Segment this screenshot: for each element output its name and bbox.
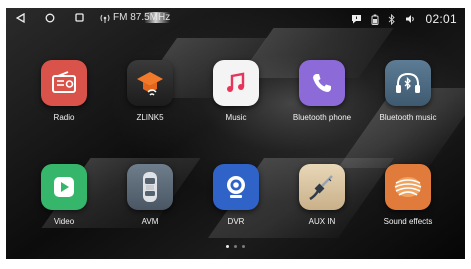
app-label: DVR bbox=[227, 217, 245, 226]
app-label: AVM bbox=[141, 217, 159, 226]
radio-icon bbox=[41, 60, 87, 106]
page-dot[interactable] bbox=[226, 245, 229, 248]
app-label: Video bbox=[53, 217, 75, 226]
camera-icon bbox=[213, 164, 259, 210]
battery-icon bbox=[371, 14, 379, 25]
radio-signal-icon bbox=[100, 13, 110, 23]
bluetooth-headphones-icon bbox=[385, 60, 431, 106]
message-icon bbox=[351, 14, 362, 24]
app-bluetooth-phone[interactable]: Bluetooth phone bbox=[279, 60, 365, 122]
launcher-screen: FM 87.5MHz 02:01 Radio ZLINK5 Music Blue… bbox=[6, 8, 465, 259]
app-sound-effects[interactable]: Sound effects bbox=[365, 164, 451, 226]
app-label: Bluetooth music bbox=[379, 113, 437, 122]
page-indicator[interactable] bbox=[6, 245, 465, 248]
app-music[interactable]: Music bbox=[193, 60, 279, 122]
radio-status: FM 87.5MHz bbox=[100, 12, 171, 23]
car-icon bbox=[127, 164, 173, 210]
sound-wave-icon bbox=[385, 164, 431, 210]
app-aux-in[interactable]: AUX IN bbox=[279, 164, 365, 226]
music-note-icon bbox=[213, 60, 259, 106]
app-avm[interactable]: AVM bbox=[107, 164, 193, 226]
app-label: Radio bbox=[53, 113, 75, 122]
app-bluetooth-music[interactable]: Bluetooth music bbox=[365, 60, 451, 122]
zlink-icon bbox=[127, 60, 173, 106]
volume-icon bbox=[405, 14, 416, 24]
app-label: Sound effects bbox=[383, 217, 433, 226]
play-icon bbox=[41, 164, 87, 210]
app-label: Bluetooth phone bbox=[292, 113, 352, 122]
bluetooth-icon bbox=[388, 13, 396, 25]
app-label: AUX IN bbox=[308, 217, 336, 226]
app-dvr[interactable]: DVR bbox=[193, 164, 279, 226]
home-icon[interactable] bbox=[45, 13, 55, 23]
page-dot[interactable] bbox=[234, 245, 237, 248]
phone-icon bbox=[299, 60, 345, 106]
status-bar: FM 87.5MHz 02:01 bbox=[6, 8, 465, 32]
radio-frequency: FM 87.5MHz bbox=[113, 12, 171, 23]
app-radio[interactable]: Radio bbox=[21, 60, 107, 122]
app-video[interactable]: Video bbox=[21, 164, 107, 226]
app-label: Music bbox=[225, 113, 247, 122]
app-label: ZLINK5 bbox=[136, 113, 164, 122]
app-zlink5[interactable]: ZLINK5 bbox=[107, 60, 193, 122]
clock: 02:01 bbox=[425, 12, 457, 26]
recents-icon[interactable] bbox=[75, 13, 84, 22]
aux-cable-icon bbox=[299, 164, 345, 210]
back-icon[interactable] bbox=[16, 12, 25, 23]
page-dot[interactable] bbox=[242, 245, 245, 248]
